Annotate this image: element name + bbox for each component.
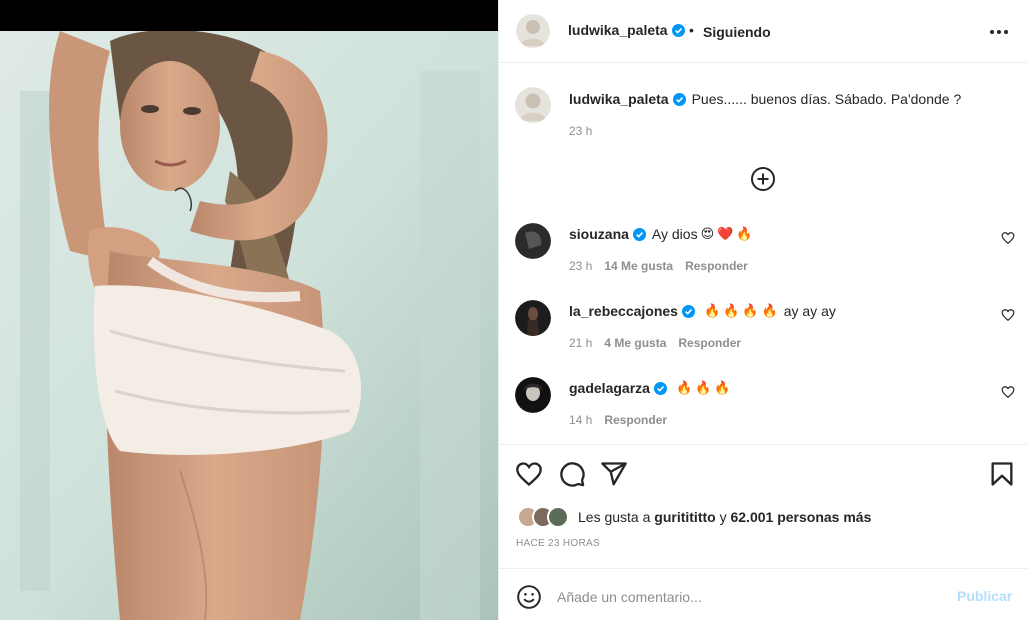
liker-avatars[interactable] <box>517 506 573 528</box>
verified-badge-icon <box>672 92 686 106</box>
photo-letterbox <box>0 0 498 31</box>
post-header: ludwika_paleta • Siguiendo <box>499 0 1028 63</box>
reply-button[interactable]: Responder <box>604 413 667 427</box>
comment-line: la_rebeccajones 🔥 🔥 🔥 🔥 ay ay ay <box>569 303 836 319</box>
emoji-fire: 🔥 <box>742 303 759 318</box>
emoji-heart-eyes: 😍 <box>700 226 715 241</box>
comment-text: ay ay ay <box>783 303 836 319</box>
comment-bubble-icon[interactable] <box>558 460 586 488</box>
comment-meta: 23 h 14 Me gusta Responder <box>569 259 748 273</box>
publish-button[interactable]: Publicar <box>957 588 1012 604</box>
caption-text: Pues...... buenos días. Sábado. Pa'donde… <box>691 91 962 107</box>
verified-badge-icon <box>632 227 646 241</box>
comment-username[interactable]: la_rebeccajones <box>569 303 678 319</box>
follow-status-button[interactable]: Siguiendo <box>703 24 771 40</box>
comment-composer: Publicar <box>499 568 1028 620</box>
likes-connector: y <box>719 509 727 525</box>
heart-icon[interactable] <box>515 460 543 488</box>
emoji-fire: 🔥 <box>761 303 778 318</box>
commenter-avatar[interactable] <box>515 223 551 259</box>
comment-item: gadelagarza 🔥 🔥 🔥 14 h Responder <box>499 377 1028 447</box>
comment-meta: 14 h Responder <box>569 413 667 427</box>
bookmark-icon[interactable] <box>988 460 1016 488</box>
author-block: ludwika_paleta <box>568 22 685 38</box>
first-liker[interactable]: guritititto <box>654 509 715 525</box>
comment-text: Ay dios <box>651 226 698 242</box>
more-options-icon[interactable] <box>985 20 1013 44</box>
comment-timestamp[interactable]: 14 h <box>569 413 592 427</box>
commenter-avatar[interactable] <box>515 300 551 336</box>
comment-likes[interactable]: 4 Me gusta <box>604 336 666 350</box>
paper-plane-icon[interactable] <box>600 460 628 488</box>
emoji-red-heart: ❤️ <box>717 226 734 241</box>
post-actions: Les gusta a guritititto y 62.001 persona… <box>499 444 1028 568</box>
comment-item: la_rebeccajones 🔥 🔥 🔥 🔥 ay ay ay 21 h 4 … <box>499 300 1028 370</box>
comment-timestamp[interactable]: 21 h <box>569 336 592 350</box>
emoji-fire: 🔥 <box>736 226 753 241</box>
emoji-fire: 🔥 <box>695 380 712 395</box>
heart-icon[interactable] <box>1001 308 1015 322</box>
heart-icon[interactable] <box>1001 231 1015 245</box>
likes-count[interactable]: 62.001 personas más <box>730 509 871 525</box>
author-avatar[interactable] <box>516 14 550 48</box>
post-photo-panel <box>0 0 498 620</box>
reply-button[interactable]: Responder <box>685 259 748 273</box>
comment-likes[interactable]: 14 Me gusta <box>604 259 673 273</box>
comment-username[interactable]: siouzana <box>569 226 629 242</box>
comment-timestamp[interactable]: 23 h <box>569 259 592 273</box>
caption: ludwika_paleta Pues...... buenos días. S… <box>569 91 961 107</box>
verified-badge-icon <box>653 381 667 395</box>
caption-timestamp[interactable]: 23 h <box>569 124 592 138</box>
verified-badge-icon <box>681 304 695 318</box>
smiley-icon[interactable] <box>516 584 542 610</box>
post-age[interactable]: HACE 23 HORAS <box>516 538 600 549</box>
caption-author-avatar[interactable] <box>515 87 551 123</box>
comment-item: siouzana Ay dios 😍 ❤️ 🔥 23 h 14 Me gusta… <box>499 223 1028 293</box>
emoji-fire: 🔥 <box>723 303 740 318</box>
heart-icon[interactable] <box>1001 385 1015 399</box>
likes-summary: Les gusta a guritititto y 62.001 persona… <box>517 506 871 528</box>
header-separator: • <box>689 22 694 38</box>
emoji-fire: 🔥 <box>714 380 731 395</box>
comment-input[interactable] <box>557 583 937 611</box>
post-photo-illustration <box>0 31 498 620</box>
caption-username[interactable]: ludwika_paleta <box>569 91 669 107</box>
plus-circle-icon[interactable] <box>750 166 776 192</box>
emoji-fire: 🔥 <box>675 380 693 395</box>
comment-line: siouzana Ay dios 😍 ❤️ 🔥 <box>569 226 753 242</box>
verified-badge-icon <box>671 23 685 37</box>
author-username[interactable]: ludwika_paleta <box>568 22 668 38</box>
comment-line: gadelagarza 🔥 🔥 🔥 <box>569 380 731 396</box>
commenter-avatar[interactable] <box>515 377 551 413</box>
comment-username[interactable]: gadelagarza <box>569 380 650 396</box>
liker-avatar <box>547 506 569 528</box>
comment-meta: 21 h 4 Me gusta Responder <box>569 336 741 350</box>
likes-prefix: Les gusta a <box>578 509 651 525</box>
post-photo[interactable] <box>0 31 498 620</box>
emoji-fire: 🔥 <box>703 303 721 318</box>
reply-button[interactable]: Responder <box>678 336 741 350</box>
post-sidebar: ludwika_paleta • Siguiendo ludwika_palet… <box>498 0 1028 620</box>
